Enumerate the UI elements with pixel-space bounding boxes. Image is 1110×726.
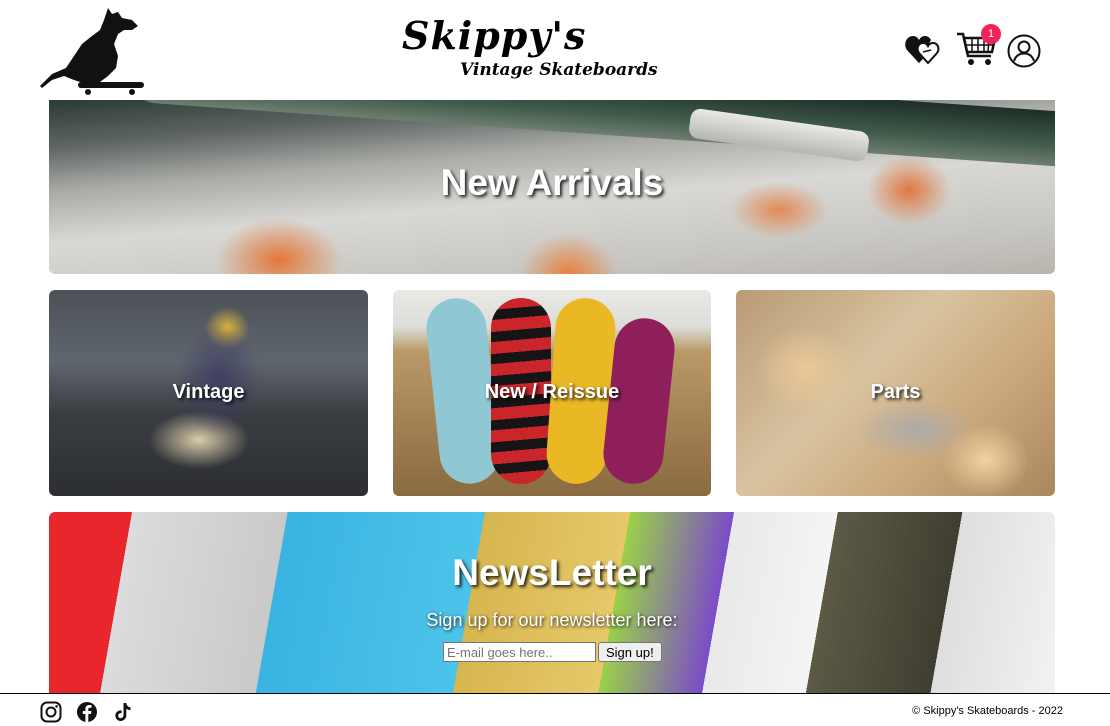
wishlist-heart-icon[interactable] — [904, 30, 944, 70]
parts-category-card[interactable]: Parts — [736, 290, 1055, 496]
new-arrivals-banner[interactable]: New Arrivals — [49, 100, 1055, 274]
brand-wordmark[interactable]: Skippy's Vintage Skateboards — [398, 8, 658, 88]
skateboard-deck-image — [128, 100, 1055, 169]
newsletter-subtitle: Sign up for our newsletter here: — [426, 610, 678, 630]
new-reissue-label: New / Reissue — [484, 381, 620, 403]
instagram-icon[interactable] — [40, 701, 62, 723]
newsletter-email-input[interactable] — [443, 642, 596, 662]
vintage-label: Vintage — [172, 381, 245, 403]
site-footer: © Skippy's Skateboards - 2022 — [0, 693, 1110, 726]
newsletter-section: NewsLetter Sign up for our newsletter he… — [49, 512, 1055, 693]
copyright-text: © Skippy's Skateboards - 2022 — [912, 705, 1063, 717]
parts-label: Parts — [870, 381, 921, 403]
newsletter-title: NewsLetter — [452, 552, 652, 593]
brand-title: Skippy's — [402, 13, 587, 58]
facebook-icon[interactable] — [76, 701, 98, 723]
newsletter-signup-button[interactable]: Sign up! — [598, 642, 662, 662]
user-account-icon[interactable] — [1007, 34, 1041, 68]
tiktok-icon[interactable] — [112, 701, 134, 723]
cart-count-badge: 1 — [981, 24, 1001, 44]
vintage-category-card[interactable]: Vintage — [49, 290, 368, 496]
brand-subtitle: Vintage Skateboards — [460, 60, 658, 80]
new-arrivals-label: New Arrivals — [440, 162, 664, 203]
site-header: Skippy's Vintage Skateboards 1 — [0, 0, 1110, 100]
new-reissue-category-card[interactable]: New / Reissue — [393, 290, 711, 496]
newsletter-form: Sign up! — [443, 642, 662, 664]
kangaroo-logo-icon[interactable] — [38, 4, 148, 96]
